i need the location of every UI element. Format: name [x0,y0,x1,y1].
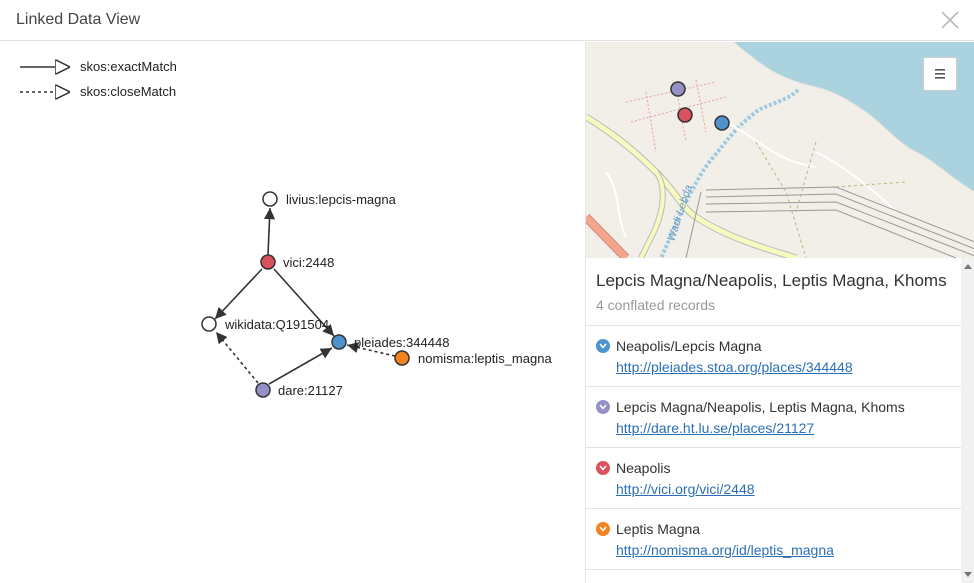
link-vici-livius [263,207,276,256]
node-label: dare:21127 [278,383,343,398]
node-vici[interactable]: vici:2448 [260,254,334,270]
graph-pane: skos:exactMatch skos:closeMatch livius:l… [0,42,585,583]
map-marker-vici[interactable] [677,107,693,123]
menu-icon [935,69,945,79]
node-dare[interactable]: dare:21127 [255,382,343,398]
close-icon[interactable] [940,10,960,30]
legend-exact-match: skos:exactMatch [20,59,177,74]
record-link[interactable]: http://vici.org/vici/2448 [616,481,755,497]
link-graph: skos:exactMatch skos:closeMatch livius:l… [20,59,552,398]
record-link[interactable]: http://nomisma.org/id/leptis_magna [616,542,834,558]
link-dare-pleiades [268,347,333,385]
node-livius[interactable]: livius:lepcis-magna [262,191,397,207]
record-name: Leptis Magna [616,521,701,537]
conflated-count: 4 conflated records [596,297,716,313]
legend-close-match: skos:closeMatch [20,84,176,99]
record-name: Neapolis/Lepcis Magna [616,338,762,354]
scroll-down-icon[interactable] [964,572,972,577]
map-layers-button[interactable] [923,57,957,91]
chevron-down-icon[interactable] [596,461,610,475]
legend-exact-label: skos:exactMatch [80,59,177,74]
record-name: Neapolis [616,460,671,476]
node-pleiades[interactable]: pleiades:344448 [331,334,449,350]
record-link[interactable]: http://dare.ht.lu.se/places/21127 [616,420,814,436]
record-link[interactable]: http://pleiades.stoa.org/places/344448 [616,359,853,375]
record-item: Leptis Magna http://nomisma.org/id/lepti… [586,509,961,570]
chevron-down-icon[interactable] [596,400,610,414]
record-item: Lepcis Magna/Neapolis, Leptis Magna, Kho… [586,387,961,448]
map-marker-dare[interactable] [670,81,686,97]
node-label: vici:2448 [283,255,334,270]
node-label: pleiades:344448 [354,335,449,350]
node-label: livius:lepcis-magna [286,192,397,207]
node-label: nomisma:leptis_magna [418,351,552,366]
link-vici-wikidata [214,268,263,320]
panel-header: Lepcis Magna/Neapolis, Leptis Magna, Kho… [586,258,961,326]
scroll-up-icon[interactable] [964,264,972,269]
record-name: Lepcis Magna/Neapolis, Leptis Magna, Kho… [616,399,905,415]
map[interactable]: Wadi Lebda [586,42,974,258]
record-item: Neapolis http://vici.org/vici/2448 [586,448,961,509]
graph-nodes: livius:lepcis-magna vici:2448 wikidata:Q… [201,191,552,398]
place-title: Lepcis Magna/Neapolis, Leptis Magna, Kho… [596,271,947,290]
map-marker-pleiades[interactable] [714,115,730,131]
panel-scrollbar[interactable] [961,258,974,583]
node-label: wikidata:Q191504 [224,317,329,332]
records-panel: Lepcis Magna/Neapolis, Leptis Magna, Kho… [586,258,961,583]
record-item: Neapolis/Lepcis Magna http://pleiades.st… [586,326,961,387]
legend: skos:exactMatch skos:closeMatch [20,59,177,99]
link-dare-wikidata [215,331,259,384]
chevron-down-icon[interactable] [596,339,610,353]
chevron-down-icon[interactable] [596,522,610,536]
graph-links [214,207,396,385]
dialog-title: Linked Data View [16,11,141,28]
dialog-header: Linked Data View [0,0,974,41]
map-tiles: Wadi Lebda [586,42,974,258]
legend-close-label: skos:closeMatch [80,84,176,99]
details-pane: Wadi Lebda Lepcis Magna/Neapolis, Leptis… [585,42,974,583]
node-wikidata[interactable]: wikidata:Q191504 [201,316,329,332]
node-nomisma[interactable]: nomisma:leptis_magna [394,350,552,366]
